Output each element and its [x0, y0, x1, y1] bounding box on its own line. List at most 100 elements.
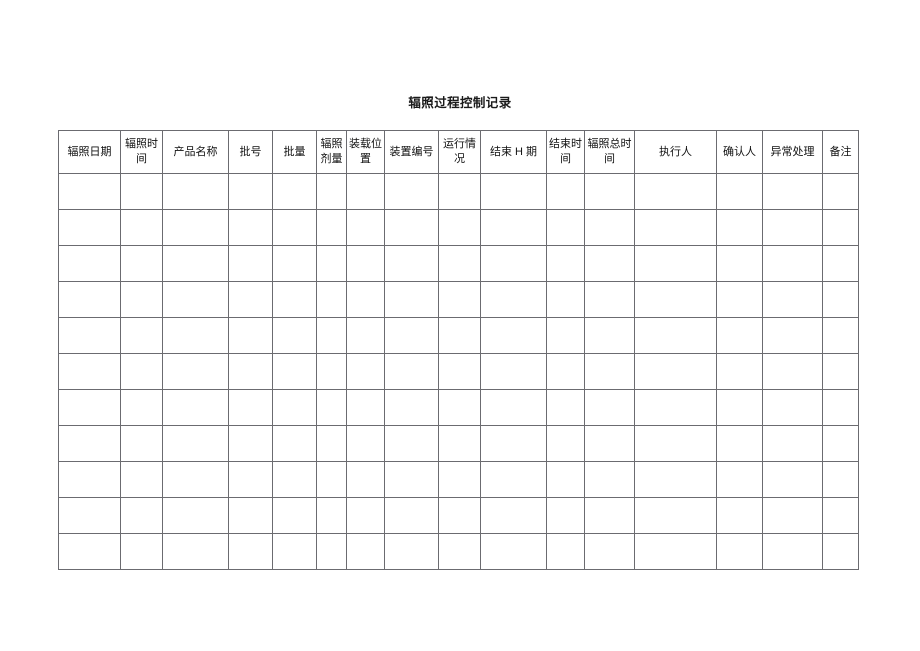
table-cell[interactable] [162, 281, 229, 318]
table-cell[interactable] [120, 389, 163, 426]
table-cell[interactable] [822, 173, 859, 210]
table-cell[interactable] [546, 389, 585, 426]
table-cell[interactable] [634, 461, 717, 498]
table-cell[interactable] [228, 209, 273, 246]
table-cell[interactable] [58, 425, 121, 462]
table-cell[interactable] [346, 461, 385, 498]
table-cell[interactable] [546, 173, 585, 210]
table-cell[interactable] [438, 317, 481, 354]
table-cell[interactable] [316, 173, 347, 210]
table-cell[interactable] [346, 389, 385, 426]
table-cell[interactable] [634, 245, 717, 282]
table-cell[interactable] [822, 353, 859, 390]
table-cell[interactable] [228, 173, 273, 210]
table-cell[interactable] [546, 209, 585, 246]
table-cell[interactable] [716, 353, 763, 390]
table-cell[interactable] [384, 497, 439, 534]
table-cell[interactable] [634, 389, 717, 426]
table-cell[interactable] [58, 533, 121, 570]
table-cell[interactable] [384, 173, 439, 210]
table-cell[interactable] [480, 425, 547, 462]
table-cell[interactable] [120, 173, 163, 210]
table-cell[interactable] [162, 245, 229, 282]
table-cell[interactable] [162, 317, 229, 354]
table-cell[interactable] [346, 533, 385, 570]
table-cell[interactable] [272, 353, 317, 390]
table-cell[interactable] [822, 461, 859, 498]
table-cell[interactable] [120, 533, 163, 570]
table-cell[interactable] [762, 209, 823, 246]
table-cell[interactable] [346, 353, 385, 390]
table-cell[interactable] [346, 173, 385, 210]
table-cell[interactable] [634, 353, 717, 390]
table-cell[interactable] [546, 425, 585, 462]
table-cell[interactable] [716, 317, 763, 354]
table-cell[interactable] [716, 461, 763, 498]
table-cell[interactable] [480, 209, 547, 246]
table-cell[interactable] [384, 353, 439, 390]
table-cell[interactable] [316, 425, 347, 462]
table-cell[interactable] [438, 173, 481, 210]
table-cell[interactable] [316, 353, 347, 390]
table-cell[interactable] [346, 209, 385, 246]
table-cell[interactable] [480, 389, 547, 426]
table-cell[interactable] [228, 425, 273, 462]
table-cell[interactable] [272, 425, 317, 462]
table-cell[interactable] [634, 425, 717, 462]
table-cell[interactable] [316, 245, 347, 282]
table-cell[interactable] [822, 281, 859, 318]
table-cell[interactable] [162, 209, 229, 246]
table-cell[interactable] [716, 497, 763, 534]
table-cell[interactable] [346, 425, 385, 462]
table-cell[interactable] [272, 389, 317, 426]
table-cell[interactable] [438, 497, 481, 534]
table-cell[interactable] [584, 209, 635, 246]
table-cell[interactable] [58, 389, 121, 426]
table-cell[interactable] [346, 497, 385, 534]
table-cell[interactable] [480, 317, 547, 354]
table-cell[interactable] [384, 425, 439, 462]
table-cell[interactable] [546, 461, 585, 498]
table-cell[interactable] [584, 533, 635, 570]
table-cell[interactable] [120, 245, 163, 282]
table-cell[interactable] [822, 209, 859, 246]
table-cell[interactable] [316, 317, 347, 354]
table-cell[interactable] [584, 497, 635, 534]
table-cell[interactable] [822, 497, 859, 534]
table-cell[interactable] [584, 353, 635, 390]
table-cell[interactable] [272, 461, 317, 498]
table-cell[interactable] [228, 461, 273, 498]
table-cell[interactable] [546, 317, 585, 354]
table-cell[interactable] [272, 533, 317, 570]
table-cell[interactable] [716, 389, 763, 426]
table-cell[interactable] [546, 497, 585, 534]
table-cell[interactable] [384, 389, 439, 426]
table-cell[interactable] [316, 497, 347, 534]
table-cell[interactable] [634, 497, 717, 534]
table-cell[interactable] [762, 497, 823, 534]
table-cell[interactable] [438, 533, 481, 570]
table-cell[interactable] [480, 173, 547, 210]
table-cell[interactable] [762, 533, 823, 570]
table-cell[interactable] [438, 389, 481, 426]
table-cell[interactable] [58, 281, 121, 318]
table-cell[interactable] [634, 281, 717, 318]
table-cell[interactable] [272, 497, 317, 534]
table-cell[interactable] [584, 317, 635, 354]
table-cell[interactable] [228, 389, 273, 426]
table-cell[interactable] [762, 353, 823, 390]
table-cell[interactable] [762, 281, 823, 318]
table-cell[interactable] [346, 281, 385, 318]
table-cell[interactable] [120, 461, 163, 498]
table-cell[interactable] [546, 245, 585, 282]
table-cell[interactable] [716, 425, 763, 462]
table-cell[interactable] [58, 209, 121, 246]
table-cell[interactable] [384, 209, 439, 246]
table-cell[interactable] [480, 461, 547, 498]
table-cell[interactable] [346, 245, 385, 282]
table-cell[interactable] [272, 317, 317, 354]
table-cell[interactable] [120, 353, 163, 390]
table-cell[interactable] [716, 533, 763, 570]
table-cell[interactable] [762, 461, 823, 498]
table-cell[interactable] [384, 245, 439, 282]
